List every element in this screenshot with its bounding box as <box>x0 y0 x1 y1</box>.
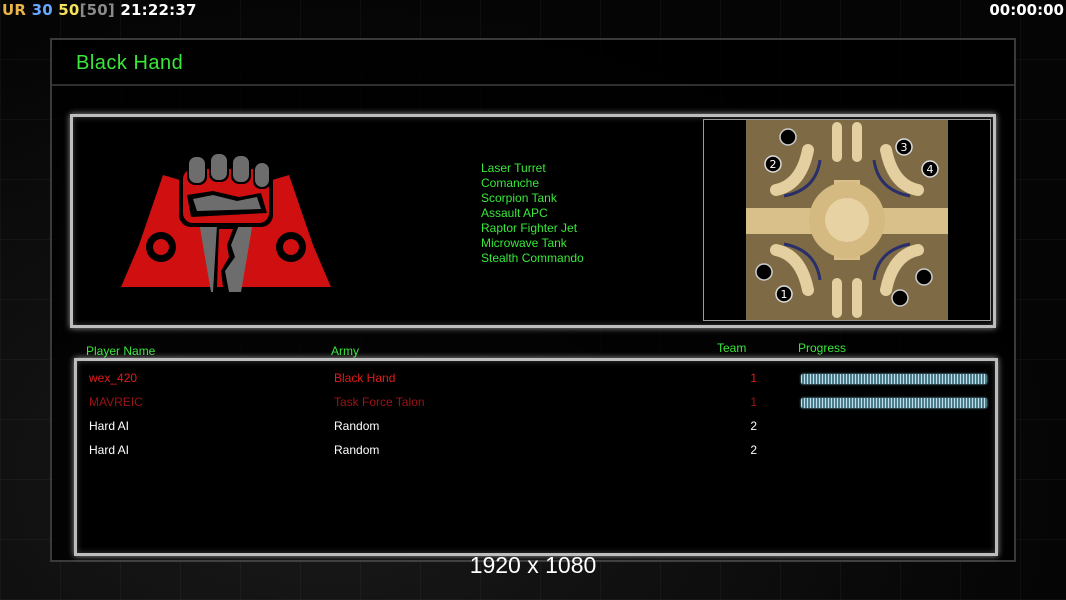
black-hand-emblem-icon <box>121 152 331 292</box>
unit-item: Scorpion Tank <box>481 191 557 205</box>
unit-item: Microwave Tank <box>481 236 567 250</box>
player-name: Hard AI <box>89 419 130 433</box>
title-bar: Black Hand <box>52 40 1014 86</box>
start-position-4-label: 4 <box>927 163 934 176</box>
hud-value-1: 30 <box>31 1 53 19</box>
start-position-1: 1 <box>775 285 793 303</box>
hud-clock: 21:22:37 <box>120 1 197 19</box>
header-progress: Progress <box>798 341 847 355</box>
hud-stats: UR 30 50[50] 21:22:37 <box>2 1 197 19</box>
unit-item: Assault APC <box>481 206 548 220</box>
player-name: Hard AI <box>89 443 130 457</box>
progress-fill <box>801 398 987 408</box>
table-row: Hard AI Random 2 <box>77 443 995 463</box>
loading-screen: UR 30 50[50] 21:22:37 00:00:00 Black Han… <box>0 0 1066 600</box>
header-team: Team <box>717 341 747 355</box>
header-player-name: Player Name <box>86 344 156 358</box>
progress-bar <box>801 374 987 384</box>
hud-ur-label: UR <box>2 1 27 19</box>
header-army: Army <box>331 344 359 358</box>
unit-item: Stealth Commando <box>481 251 584 265</box>
table-row: Hard AI Random 2 <box>77 419 995 439</box>
players-table: wex_420 Black Hand 1 MAVREIC Task Force … <box>74 358 998 556</box>
player-team: 2 <box>750 419 757 433</box>
player-army: Black Hand <box>334 371 396 385</box>
player-name: MAVREIC <box>89 395 143 409</box>
progress-bar <box>801 398 987 408</box>
start-position-4: 4 <box>921 160 939 178</box>
unit-item: Raptor Fighter Jet <box>481 221 578 235</box>
player-army: Random <box>334 419 380 433</box>
start-position-2: 2 <box>764 155 782 173</box>
player-team: 1 <box>750 371 757 385</box>
player-army: Random <box>334 443 380 457</box>
unit-item: Laser Turret <box>481 161 546 175</box>
progress-fill <box>801 374 987 384</box>
resolution-label: 1920 x 1080 <box>469 552 597 578</box>
start-position-2-label: 2 <box>770 158 777 171</box>
faction-title: Black Hand <box>76 52 184 74</box>
start-position-3-label: 3 <box>901 141 908 154</box>
player-army: Task Force Talon <box>334 395 425 409</box>
faction-info-panel: Laser Turret Comanche Scorpion Tank Assa… <box>70 114 996 328</box>
player-team: 1 <box>750 395 757 409</box>
player-name: wex_420 <box>89 371 138 385</box>
table-row: MAVREIC Task Force Talon 1 <box>77 395 995 415</box>
hud-timer: 00:00:00 <box>989 1 1064 19</box>
hud-value-2: 50 <box>58 1 80 19</box>
minimap: 1 2 3 4 <box>746 120 948 320</box>
unit-list: Laser Turret Comanche Scorpion Tank Assa… <box>481 161 584 266</box>
start-position-3: 3 <box>895 138 913 156</box>
start-position-1-label: 1 <box>781 288 788 301</box>
hud-value-3: [50] <box>79 1 115 19</box>
player-team: 2 <box>750 443 757 457</box>
main-frame: Black Hand Laser Turret Comanche Scorpio… <box>50 38 1016 562</box>
table-row: wex_420 Black Hand 1 <box>77 371 995 391</box>
unit-item: Comanche <box>481 176 540 190</box>
minimap-preview: 1 2 3 4 <box>703 119 991 321</box>
